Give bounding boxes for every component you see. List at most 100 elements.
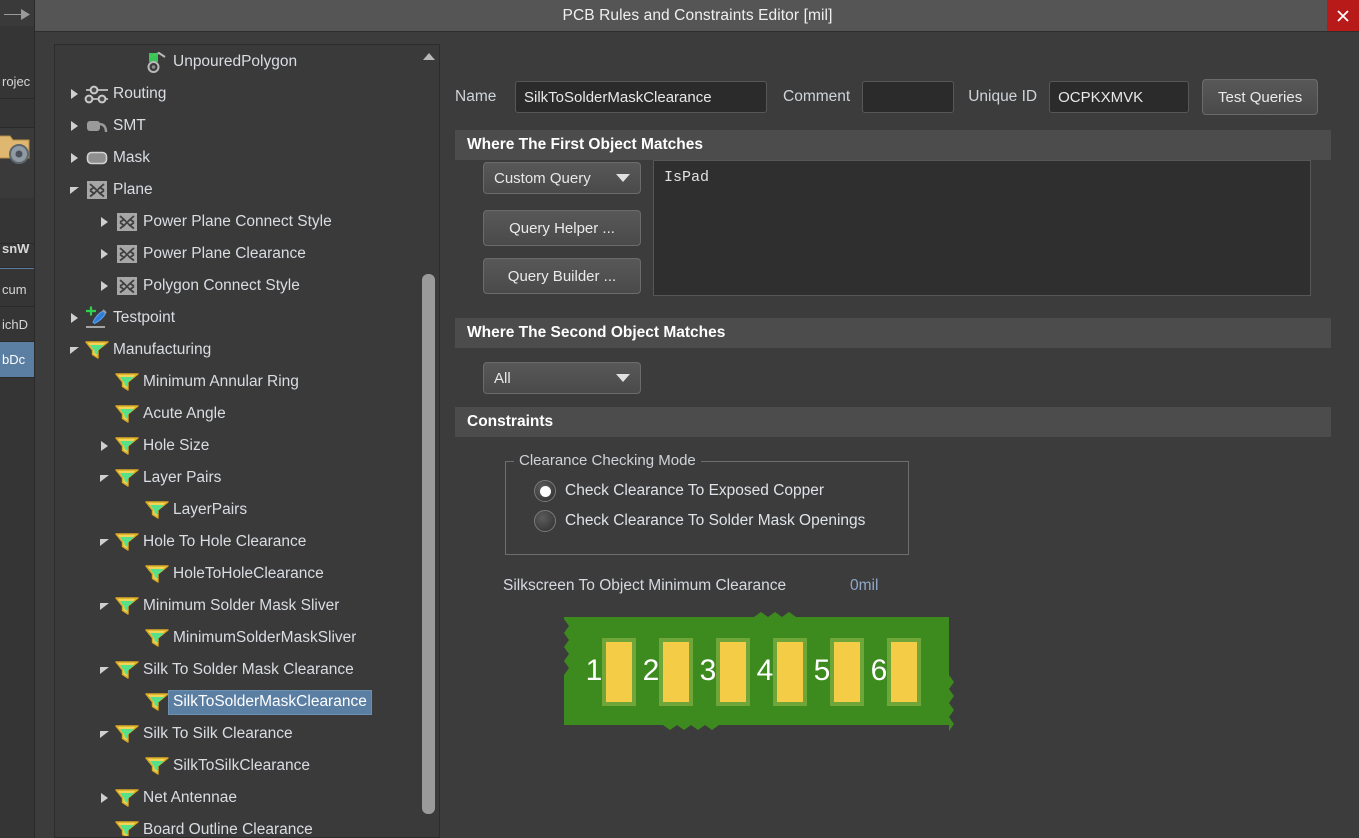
clearance-checking-mode-title: Clearance Checking Mode [514,452,701,469]
background-item-5[interactable]: ichD [0,307,34,342]
manufacturing-icon [114,659,140,681]
tree-item[interactable]: Board Outline Clearance [56,814,421,836]
tree-item[interactable]: Hole To Hole Clearance [56,526,421,558]
chevron-right-icon[interactable] [64,121,84,131]
tree-scrollbar[interactable] [419,46,438,836]
tree-item-label: Silk To Silk Clearance [140,725,293,743]
tree-item[interactable]: Minimum Annular Ring [56,366,421,398]
tree-item[interactable]: HoleToHoleClearance [56,558,421,590]
manufacturing-icon [114,531,140,553]
tree-item[interactable]: Minimum Solder Mask Sliver [56,590,421,622]
tree-item-label: Net Antennae [140,789,237,807]
tree-item[interactable]: Manufacturing [56,334,421,366]
second-object-header: Where The Second Object Matches [455,318,1331,348]
chevron-down-icon[interactable] [94,731,114,738]
tree-item-label: SMT [110,117,146,135]
chevron-right-icon[interactable] [94,793,114,803]
tree-item-label: MinimumSolderMaskSliver [170,629,356,647]
test-queries-button[interactable]: Test Queries [1202,79,1318,115]
constraints-header: Constraints [455,407,1331,437]
chevron-right-icon[interactable] [94,441,114,451]
tree-item[interactable]: Plane [56,174,421,206]
background-item-0[interactable]: rojec [0,64,34,99]
tree-item-label: SilkToSilkClearance [170,757,310,775]
chevron-right-icon[interactable] [64,313,84,323]
scroll-up-button[interactable] [419,46,438,66]
silkscreen-clearance-value[interactable]: 0mil [850,577,878,595]
chevron-down-icon[interactable] [64,187,84,194]
comment-input[interactable] [862,81,954,113]
first-object-query-editor[interactable]: IsPad [653,160,1311,296]
tree-item-label: LayerPairs [170,501,247,519]
tree-item[interactable]: UnpouredPolygon [56,46,421,78]
tree-item[interactable]: Power Plane Connect Style [56,206,421,238]
mask-icon [84,148,110,168]
pcb-pad [891,642,917,702]
radio-exposed-copper-label: Check Clearance To Exposed Copper [565,482,824,500]
tree-item[interactable]: Power Plane Clearance [56,238,421,270]
pcb-pad [606,642,632,702]
tree-item[interactable]: Testpoint [56,302,421,334]
tree-item[interactable]: Silk To Silk Clearance [56,718,421,750]
second-object-scope-select[interactable]: All [483,362,641,394]
rule-detail-pane: Name SilkToSolderMaskClearance Comment U… [455,44,1343,838]
tree-item-label: Polygon Connect Style [140,277,300,295]
manufacturing-icon [144,563,170,585]
plane-icon [114,276,140,296]
rules-tree[interactable]: UnpouredPolygonRouting SMT MaskPlane Power … [56,46,421,836]
background-item-1[interactable] [0,99,34,128]
tree-item[interactable]: SMT [56,110,421,142]
tree-item-selected[interactable]: SilkToSolderMaskClearance [56,686,421,718]
chevron-right-icon[interactable] [94,217,114,227]
chevron-right-icon[interactable] [64,89,84,99]
query-builder-button[interactable]: Query Builder ... [483,258,641,294]
tree-item[interactable]: Silk To Solder Mask Clearance [56,654,421,686]
chevron-down-icon[interactable] [64,347,84,354]
pcb-pad [663,642,689,702]
tree-item-label: Acute Angle [140,405,226,423]
name-input-value: SilkToSolderMaskClearance [524,89,712,106]
tree-item-label: SilkToSolderMaskClearance [169,691,371,714]
project-folder-icon [0,128,34,198]
pcb-pad-label: 3 [700,654,717,687]
chevron-down-icon[interactable] [94,603,114,610]
manufacturing-icon [144,499,170,521]
radio-unselected-icon [534,510,556,532]
plane-icon [114,212,140,232]
radio-exposed-copper[interactable]: Check Clearance To Exposed Copper [534,476,908,506]
name-input[interactable]: SilkToSolderMaskClearance [515,81,767,113]
tree-item-label: HoleToHoleClearance [170,565,324,583]
chevron-down-icon[interactable] [94,667,114,674]
smt-icon [84,116,110,136]
first-object-scope-select[interactable]: Custom Query [483,162,641,194]
background-item-6[interactable]: bDc [0,342,34,378]
tree-item[interactable]: Layer Pairs [56,462,421,494]
background-item-3[interactable]: snW [0,230,34,268]
chevron-down-icon[interactable] [94,475,114,482]
radio-solder-mask-openings[interactable]: Check Clearance To Solder Mask Openings [534,506,908,536]
tree-item[interactable]: Net Antennae [56,782,421,814]
chevron-right-icon[interactable] [94,249,114,259]
query-helper-button[interactable]: Query Helper ... [483,210,641,246]
dialog-title: PCB Rules and Constraints Editor [mil] [563,7,833,25]
manufacturing-icon [84,339,110,361]
unique-id-input[interactable]: OCPKXMVK [1049,81,1189,113]
tree-item[interactable]: LayerPairs [56,494,421,526]
tree-item[interactable]: Routing [56,78,421,110]
tree-scrollbar-thumb[interactable] [422,274,435,814]
tree-item[interactable]: SilkToSilkClearance [56,750,421,782]
manufacturing-icon [114,595,140,617]
tree-item[interactable]: Acute Angle [56,398,421,430]
tree-item[interactable]: Mask [56,142,421,174]
close-button[interactable] [1327,0,1359,31]
tree-item-label: Power Plane Connect Style [140,213,332,231]
manufacturing-icon [114,819,140,836]
background-arrow-icon [0,0,34,26]
tree-item[interactable]: Polygon Connect Style [56,270,421,302]
tree-item[interactable]: MinimumSolderMaskSliver [56,622,421,654]
background-item-4[interactable]: cum [0,272,34,307]
chevron-right-icon[interactable] [94,281,114,291]
tree-item[interactable]: Hole Size [56,430,421,462]
chevron-right-icon[interactable] [64,153,84,163]
chevron-down-icon[interactable] [94,539,114,546]
